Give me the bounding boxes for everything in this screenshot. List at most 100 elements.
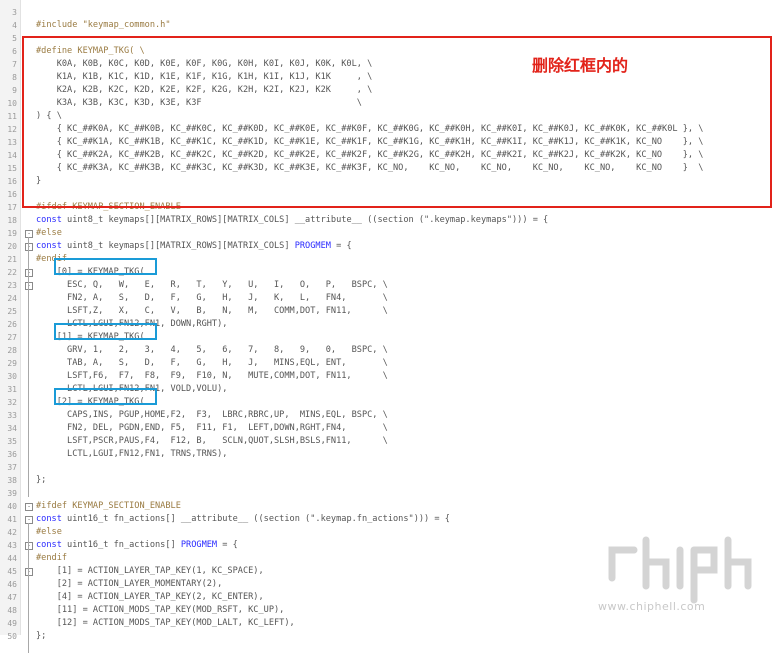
code-text: #else [36, 228, 62, 238]
code-text: const uint16_t fn_actions[] PROGMEM = { [36, 540, 238, 550]
line-number: 29 [7, 359, 17, 368]
code-text: FN2, DEL, PGDN,END, F5, F11, F1, LEFT,DO… [36, 423, 388, 433]
line-number: 10 [7, 99, 17, 108]
line-number: 21 [7, 255, 17, 264]
fold-toggle-icon[interactable] [25, 542, 33, 550]
code-text: FN2, A, S, D, F, G, H, J, K, L, FN4, \ [36, 293, 388, 303]
code-line[interactable]: 29 TAB, A, S, D, F, G, H, J, MINS,EQL, E… [0, 357, 780, 370]
line-number: 43 [7, 541, 17, 550]
line-number: 28 [7, 346, 17, 355]
code-line[interactable]: 39 [0, 487, 780, 500]
line-number: 19 [7, 229, 17, 238]
code-text: const uint16_t fn_actions[] __attribute_… [36, 514, 450, 524]
line-number: 15 [7, 164, 17, 173]
line-number: 18 [7, 216, 17, 225]
code-text: CAPS,INS, PGUP,HOME,F2, F3, LBRC,RBRC,UP… [36, 410, 388, 420]
code-text: }; [36, 631, 47, 641]
code-line[interactable]: 24 FN2, A, S, D, F, G, H, J, K, L, FN4, … [0, 292, 780, 305]
line-number: 4 [12, 21, 17, 30]
line-number: 26 [7, 320, 17, 329]
fold-toggle-icon[interactable] [25, 503, 33, 511]
code-text: [1] = ACTION_LAYER_TAP_KEY(1, KC_SPACE), [36, 566, 264, 576]
code-text: LSFT,Z, X, C, V, B, N, M, COMM,DOT, FN11… [36, 306, 388, 316]
line-number: 8 [12, 73, 17, 82]
code-text: [12] = ACTION_MODS_TAP_KEY(MOD_LALT, KC_… [36, 618, 295, 628]
code-text: [2] = ACTION_LAYER_MOMENTARY(2), [36, 579, 223, 589]
line-number: 46 [7, 580, 17, 589]
code-line[interactable]: 40 #ifdef KEYMAP_SECTION_ENABLE [0, 500, 780, 513]
line-number: 49 [7, 619, 17, 628]
line-number: 50 [7, 632, 17, 641]
code-editor[interactable]: 3 4 #include "keymap_common.h" 5 6 #define KE… [0, 0, 780, 653]
code-text: #include "keymap_common.h" [36, 20, 171, 30]
fold-toggle-icon[interactable] [25, 282, 33, 290]
code-line[interactable]: 23 ESC, Q, W, E, R, T, Y, U, I, O, P, BS… [0, 279, 780, 292]
fold-toggle-icon[interactable] [25, 269, 33, 277]
fold-toggle-icon[interactable] [25, 243, 33, 251]
watermark-url: www.chiphell.com [598, 600, 706, 613]
line-number: 37 [7, 463, 17, 472]
code-line[interactable]: 49 [12] = ACTION_MODS_TAP_KEY(MOD_LALT, … [0, 617, 780, 630]
line-number: 47 [7, 593, 17, 602]
code-line[interactable]: 50}; [0, 630, 780, 643]
code-line[interactable]: 30 LSFT,F6, F7, F8, F9, F10, N, MUTE,COM… [0, 370, 780, 383]
line-number: 48 [7, 606, 17, 615]
fold-toggle-icon[interactable] [25, 230, 33, 238]
line-number: 35 [7, 437, 17, 446]
code-line[interactable]: 25 LSFT,Z, X, C, V, B, N, M, COMM,DOT, F… [0, 305, 780, 318]
line-number: 14 [7, 151, 17, 160]
code-text: #endif [36, 553, 68, 563]
code-line[interactable]: 37 [0, 461, 780, 474]
chiphell-logo-watermark [608, 536, 752, 604]
code-line[interactable]: 3 [0, 6, 780, 19]
line-number: 3 [12, 8, 17, 17]
code-line[interactable]: 38}; [0, 474, 780, 487]
line-number: 16 [7, 177, 17, 186]
line-number: 20 [7, 242, 17, 251]
code-line[interactable]: 34 FN2, DEL, PGDN,END, F5, F11, F1, LEFT… [0, 422, 780, 435]
line-number: 36 [7, 450, 17, 459]
line-number: 44 [7, 554, 17, 563]
line-number: 24 [7, 294, 17, 303]
code-text: GRV, 1, 2, 3, 4, 5, 6, 7, 8, 9, 0, BSPC,… [36, 345, 388, 355]
line-number: 6 [12, 47, 17, 56]
fold-toggle-icon[interactable] [25, 516, 33, 524]
code-line[interactable]: 19 #else [0, 227, 780, 240]
red-annotation-label: 删除红框内的 [532, 56, 629, 75]
red-annotation-box [22, 36, 772, 208]
blue-box-layer-0 [54, 258, 157, 275]
line-number: 32 [7, 398, 17, 407]
code-text: [11] = ACTION_MODS_TAP_KEY(MOD_RSFT, KC_… [36, 605, 285, 615]
line-number: 45 [7, 567, 17, 576]
code-line[interactable]: 20 const uint8_t keymaps[][MATRIX_ROWS][M… [0, 240, 780, 253]
line-number: 11 [7, 112, 17, 121]
line-number: 22 [7, 268, 17, 277]
line-number: 27 [7, 333, 17, 342]
code-line[interactable]: 36 LCTL,LGUI,FN12,FN1, TRNS,TRNS), [0, 448, 780, 461]
line-number: 33 [7, 411, 17, 420]
line-number: 5 [12, 34, 17, 43]
line-number: 40 [7, 502, 17, 511]
code-text: ESC, Q, W, E, R, T, Y, U, I, O, P, BSPC,… [36, 280, 388, 290]
code-line[interactable]: 4 #include "keymap_common.h" [0, 19, 780, 32]
line-number: 13 [7, 138, 17, 147]
line-number: 17 [7, 203, 17, 212]
fold-guide [28, 237, 29, 497]
code-text: const uint8_t keymaps[][MATRIX_ROWS][MAT… [36, 215, 549, 225]
line-number: 25 [7, 307, 17, 316]
code-line[interactable]: 18 const uint8_t keymaps[][MATRIX_ROWS][M… [0, 214, 780, 227]
code-text: const uint8_t keymaps[][MATRIX_ROWS][MAT… [36, 241, 352, 251]
line-number: 34 [7, 424, 17, 433]
code-line[interactable]: 28 GRV, 1, 2, 3, 4, 5, 6, 7, 8, 9, 0, BS… [0, 344, 780, 357]
line-number: 41 [7, 515, 17, 524]
fold-guide [28, 523, 29, 653]
code-line[interactable]: 35 LSFT,PSCR,PAUS,F4, F12, B, SCLN,QUOT,… [0, 435, 780, 448]
code-text: #else [36, 527, 62, 537]
line-number: 23 [7, 281, 17, 290]
code-text: #ifdef KEYMAP_SECTION_ENABLE [36, 501, 181, 511]
blue-box-layer-1 [54, 323, 157, 340]
fold-toggle-icon[interactable] [25, 568, 33, 576]
code-line[interactable]: 33 CAPS,INS, PGUP,HOME,F2, F3, LBRC,RBRC… [0, 409, 780, 422]
line-number: 12 [7, 125, 17, 134]
code-text: }; [36, 475, 47, 485]
